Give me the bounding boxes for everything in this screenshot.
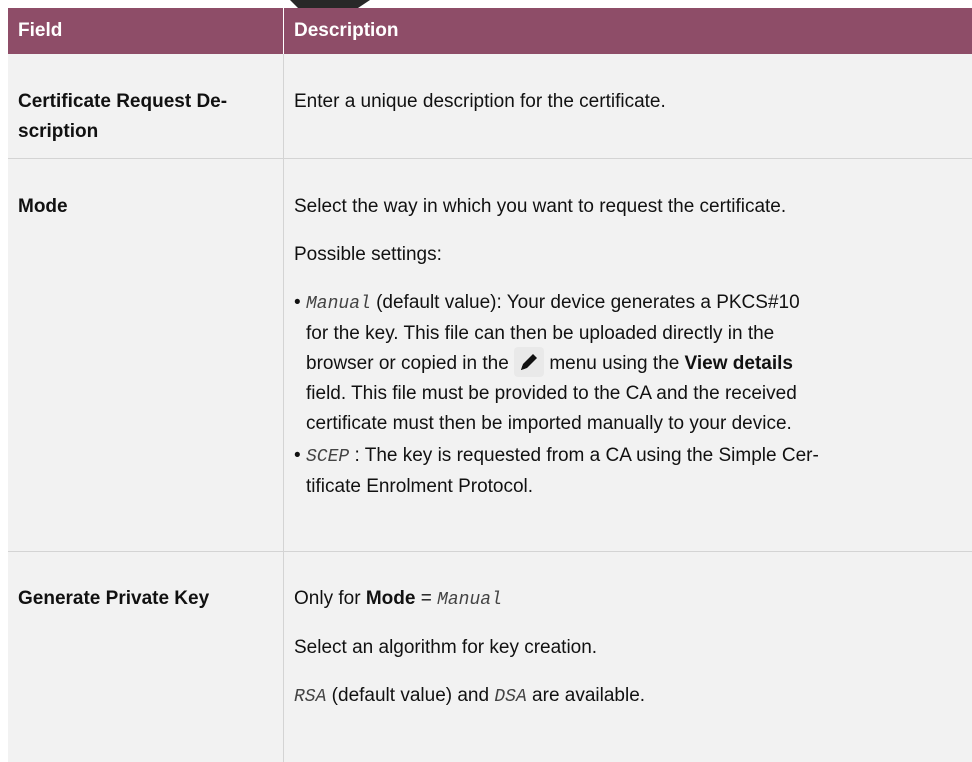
header-description: Description [294, 20, 399, 41]
field-cell: Certificate Request De- scription [8, 54, 284, 158]
bullet-dot: • [294, 292, 301, 313]
algorithm-text: (default value) and [326, 685, 495, 706]
field-name-line-2: scription [18, 121, 99, 142]
possible-settings-label: Possible settings: [294, 244, 442, 265]
field-cell: Generate Private Key [8, 552, 284, 762]
field-name: Generate Private Key [18, 588, 210, 609]
condition-field: Mode [365, 588, 416, 609]
list-item-text: SCEP : The key is requested from a CA us… [306, 441, 819, 502]
table-row: Mode Select the way in which you want to… [8, 159, 972, 552]
algorithm-text: are available. [526, 685, 646, 706]
description-text: Select the way in which you want to requ… [294, 196, 787, 217]
pencil-edit-icon [514, 347, 545, 377]
option-text-line: browser or copied in the [306, 353, 509, 375]
description-text: Enter a unique description for the certi… [294, 91, 666, 112]
table-header: Field Description [8, 8, 972, 54]
list-item: • Manual (default value): Your device ge… [294, 288, 958, 439]
option-value: Manual [306, 294, 371, 314]
field-name: Mode [18, 196, 68, 217]
list-item: • SCEP : The key is requested from a CA … [294, 441, 958, 502]
table-row: Generate Private Key Only for Mode = Man… [8, 552, 972, 762]
description-cell: Only for Mode = Manual Select an algorit… [284, 552, 972, 762]
cropped-heading-fragment [290, 0, 370, 8]
condition-equals: = [415, 588, 438, 609]
option-text: (default value): Your device generates a… [370, 292, 800, 313]
list-item-text: Manual (default value): Your device gene… [306, 288, 800, 439]
option-text-line: tificate Enrolment Protocol. [306, 476, 534, 498]
field-cell: Mode [8, 159, 284, 551]
algorithms-text: RSA (default value) and DSA are availabl… [294, 681, 958, 712]
description-text: Select an algorithm for key creation. [294, 637, 598, 658]
field-name-line-1: Certificate Request De- [18, 91, 228, 112]
option-text: : The key is requested from a CA using t… [349, 445, 819, 467]
option-text-line: field. This file must be provided to the… [306, 383, 797, 405]
view-details-label: View details [684, 353, 793, 375]
table-row: Certificate Request De- scription Enter … [8, 54, 972, 159]
condition-text: Only for Mode = Manual [294, 584, 958, 615]
option-text-line: menu using the [544, 353, 680, 375]
option-value: SCEP [306, 447, 350, 468]
description-cell: Enter a unique description for the certi… [284, 54, 972, 158]
header-field: Field [8, 8, 284, 54]
condition-prefix: Only for [294, 588, 366, 609]
description-cell: Select the way in which you want to requ… [284, 159, 972, 551]
algorithm-dsa: DSA [494, 687, 527, 707]
parameter-table: Field Description Certificate Request De… [8, 8, 972, 762]
bullet-dot: • [294, 445, 301, 467]
option-text-line: certificate must then be imported manual… [306, 413, 792, 435]
algorithm-rsa: RSA [294, 687, 327, 707]
condition-value: Manual [437, 590, 502, 610]
option-text-line: for the key. This file can then be uploa… [306, 323, 775, 344]
